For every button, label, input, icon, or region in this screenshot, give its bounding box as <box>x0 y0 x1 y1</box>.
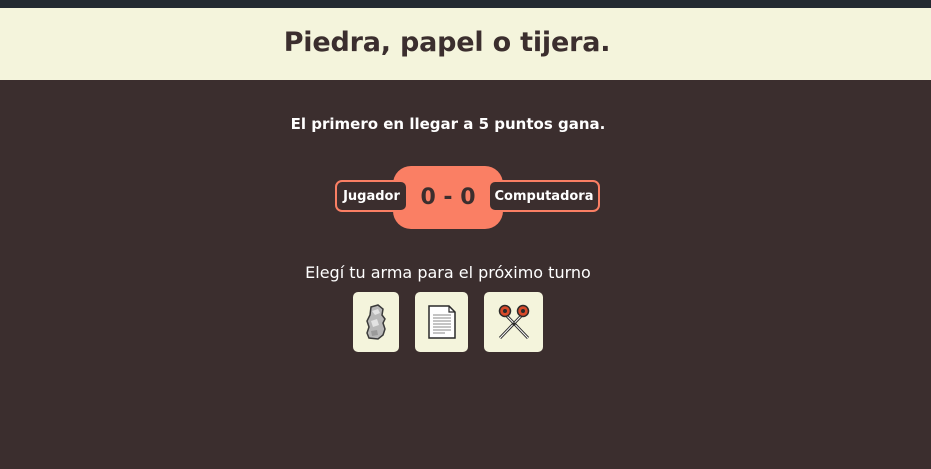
page-title: Piedra, papel o tijera. <box>283 27 611 58</box>
header: Piedra, papel o tijera. <box>0 8 931 80</box>
scissors-button[interactable] <box>484 292 543 352</box>
rock-button[interactable] <box>353 292 399 352</box>
computer-label: Computadora <box>488 180 600 212</box>
scissors-icon <box>498 304 529 340</box>
top-bar <box>0 0 931 8</box>
paper-button[interactable] <box>415 292 468 352</box>
player-label: Jugador <box>335 180 408 212</box>
choose-weapon-prompt: Elegí tu arma para el próximo turno <box>305 263 591 282</box>
rules-text: El primero en llegar a 5 puntos gana. <box>290 115 606 133</box>
rock-icon <box>366 304 386 340</box>
score-pill <box>393 166 503 229</box>
paper-icon <box>427 305 456 339</box>
score-display: 0 - 0 <box>420 185 476 210</box>
